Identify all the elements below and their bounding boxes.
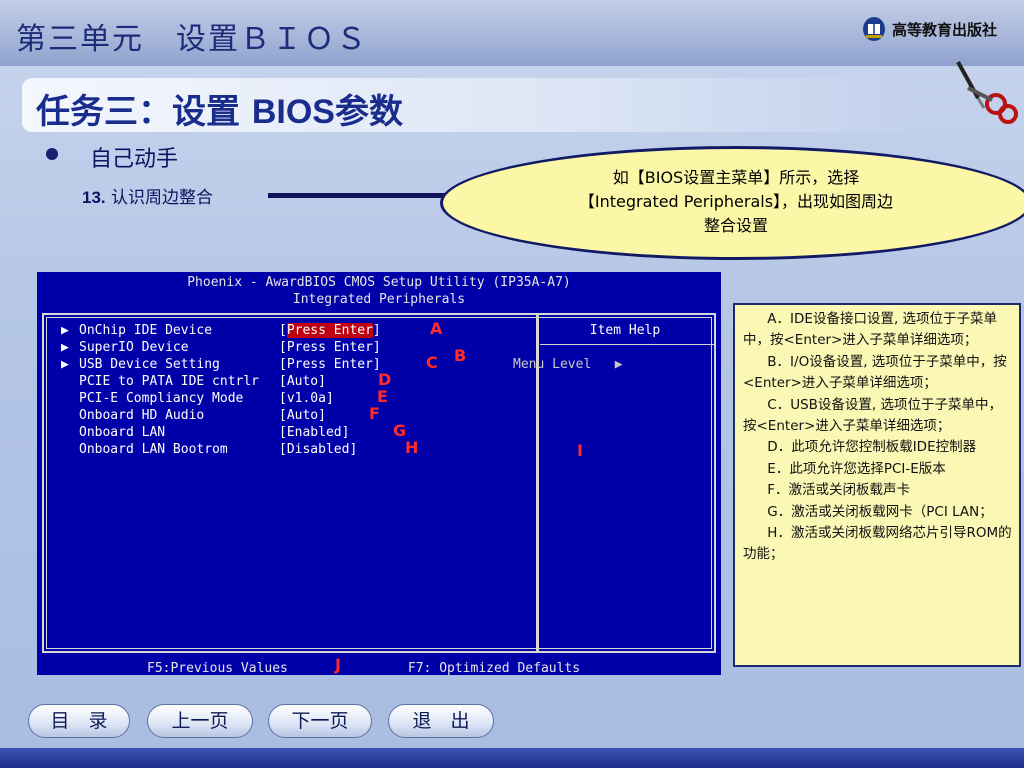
setting-label: Onboard HD Audio (79, 408, 205, 423)
note-item: F．激活或关闭板载声卡 (767, 482, 911, 499)
bullet-dot-icon (46, 148, 58, 160)
setting-label: Onboard LAN (79, 425, 166, 440)
bios-setting-row[interactable]: Onboard HD Audio [Auto] (61, 408, 326, 425)
row-marker-label: F (369, 404, 380, 423)
submenu-arrow-icon (61, 408, 79, 425)
row-marker-label: H (405, 438, 419, 457)
task-title-prefix: 任务三：设置 (36, 92, 252, 132)
item-help-title: Item Help (589, 323, 661, 338)
setting-label: PCIE to PATA IDE cntrlr (79, 374, 260, 389)
footer-bar (0, 748, 1024, 768)
task-title: 任务三：设置 BIOS参数 (36, 84, 403, 133)
callout-line-3: 整合设置 (703, 216, 768, 235)
row-marker-label: B (454, 346, 467, 365)
setting-value-text: v1.0a (286, 391, 326, 406)
notes-panel: A．IDE设备接口设置, 选项位于子菜单中，按<Enter>进入子菜单详细选项；… (733, 303, 1021, 667)
submenu-arrow-icon (61, 374, 79, 391)
setting-value[interactable]: [Enabled] (279, 425, 349, 442)
bios-footer: F5:Previous Values F7: Optimized Defaults (147, 661, 580, 676)
callout-text: 如【BIOS设置主菜单】所示，选择 【Integrated Peripheral… (540, 166, 932, 238)
bios-page-title: Integrated Peripherals (292, 292, 466, 307)
setting-value-text: Press Enter (286, 357, 373, 372)
setting-value[interactable]: [Press Enter] (279, 323, 381, 340)
setting-value-text: Press Enter (286, 323, 373, 338)
submenu-arrow-icon (61, 391, 79, 408)
submenu-arrow-icon (61, 425, 79, 442)
bios-screen: Phoenix - AwardBIOS CMOS Setup Utility (… (37, 272, 721, 676)
setting-value-text: Enabled (286, 425, 342, 440)
exit-button[interactable]: 退 出 (388, 704, 494, 738)
bios-header: Phoenix - AwardBIOS CMOS Setup Utility (… (37, 272, 721, 308)
footer-marker-label: J (335, 655, 341, 674)
slide-header: 第三单元 设置ＢＩＯＳ 高等教育出版社 (0, 0, 1024, 66)
bios-setting-row[interactable]: ▶ SuperIO Device [Press Enter] (61, 340, 381, 357)
callout-pointer-line (268, 193, 458, 198)
setting-label: USB Device Setting (79, 357, 220, 372)
item-help-separator (540, 344, 714, 345)
menu-level-text: Menu Level ▶ (513, 357, 623, 372)
tools-icon (956, 61, 1018, 124)
setting-value-text: Disabled (286, 442, 350, 457)
toc-button[interactable]: 目 录 (28, 704, 130, 738)
task-title-bar: 任务三：设置 BIOS参数 (22, 78, 908, 132)
note-item: C．USB设备设置, 选项位于子菜单中，按<Enter>进入子菜单详细选项； (743, 396, 1003, 435)
setting-value-text: Auto (286, 374, 319, 389)
publisher-brand: 高等教育出版社 (862, 16, 997, 42)
note-item: G．激活或关闭板载网卡（PCI LAN； (767, 503, 993, 520)
bios-setting-row[interactable]: Onboard LAN [Enabled] (61, 425, 349, 442)
note-item: E．此项允许您选择PCI-E版本 (767, 460, 946, 477)
submenu-arrow-icon: ▶ (61, 340, 69, 355)
note-item: B．I/O设备设置, 选项位于子菜单中，按<Enter>进入子菜单详细选项； (743, 353, 1007, 392)
bios-setting-row[interactable]: ▶ USB Device Setting [Press Enter] (61, 357, 381, 374)
setting-value[interactable]: [Auto] (279, 408, 326, 425)
row-marker-label: A (430, 319, 443, 338)
setting-label: SuperIO Device (79, 340, 189, 355)
callout-line-2: 【Integrated Peripherals】，出现如图周边 (578, 192, 894, 211)
setting-label: OnChip IDE Device (79, 323, 213, 338)
bios-utility-title: Phoenix - AwardBIOS CMOS Setup Utility (… (187, 275, 571, 290)
row-marker-label: C (426, 353, 438, 372)
next-page-button[interactable]: 下一页 (268, 704, 372, 738)
task-title-suffix: 参数 (334, 92, 403, 132)
bullet-heading: 自己动手 (90, 147, 179, 172)
note-item: A．IDE设备接口设置, 选项位于子菜单中，按<Enter>进入子菜单详细选项； (743, 311, 998, 349)
setting-value[interactable]: [Press Enter] (279, 357, 381, 374)
submenu-arrow-icon (61, 442, 79, 459)
setting-label: Onboard LAN Bootrom (79, 442, 228, 457)
note-item: H．激活或关闭板载网络芯片引导ROM的功能； (743, 525, 1012, 563)
setting-value-text: Auto (286, 408, 319, 423)
footer-f7-hint: F7: Optimized Defaults (407, 661, 581, 676)
setting-value-text: Press Enter (286, 340, 373, 355)
unit-title: 第三单元 设置ＢＩＯＳ (16, 22, 368, 57)
bios-setting-row[interactable]: PCIE to PATA IDE cntrlr [Auto] (61, 374, 326, 391)
task-title-latin: BIOS (251, 93, 335, 131)
step-text: 认识周边整合 (105, 188, 214, 208)
publisher-logo-icon (863, 17, 885, 41)
bios-setting-row[interactable]: PCI-E Compliancy Mode [v1.0a] (61, 391, 334, 408)
callout-line-1: 如【BIOS设置主菜单】所示，选择 (612, 168, 860, 187)
submenu-arrow-icon: ▶ (61, 357, 69, 372)
step-label: 13. 认识周边整合 (82, 183, 213, 208)
submenu-arrow-icon: ▶ (61, 323, 69, 338)
step-number: 13. (82, 188, 106, 207)
note-item: D．此项允许您控制板载IDE控制器 (767, 439, 977, 456)
publisher-name: 高等教育出版社 (892, 20, 998, 39)
setting-value[interactable]: [Press Enter] (279, 340, 381, 357)
footer-f5-hint: F5:Previous Values (147, 661, 288, 676)
setting-label: PCI-E Compliancy Mode (79, 391, 244, 406)
setting-value[interactable]: [v1.0a] (279, 391, 334, 408)
setting-value[interactable]: [Auto] (279, 374, 326, 391)
prev-page-button[interactable]: 上一页 (147, 704, 253, 738)
setting-value[interactable]: [Disabled] (279, 442, 357, 459)
bios-setting-row[interactable]: ▶ OnChip IDE Device [Press Enter] (61, 323, 381, 340)
bios-setting-row[interactable]: Onboard LAN Bootrom [Disabled] (61, 442, 357, 459)
help-marker-label: I (577, 441, 583, 460)
